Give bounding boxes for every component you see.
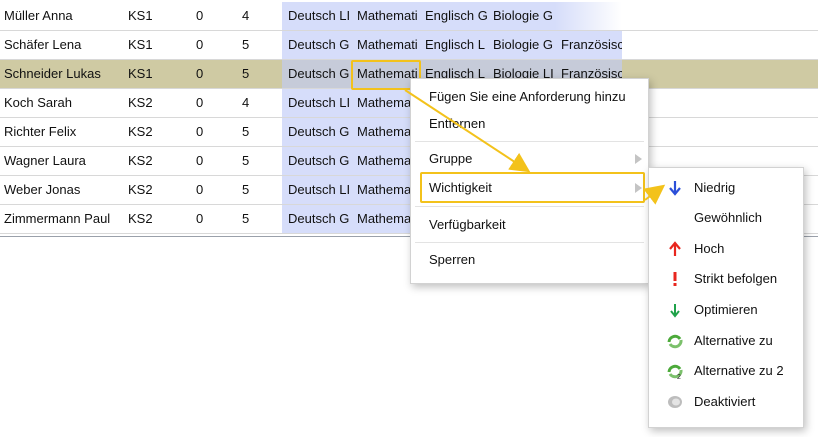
menu-item-label: Entfernen [429, 116, 486, 131]
menu-item-label: Gruppe [429, 151, 473, 166]
menu-item-label: Fügen Sie eine Anforderung hinzu [429, 89, 626, 104]
menu-item-add-requirement[interactable]: Fügen Sie eine Anforderung hinzu [411, 84, 648, 110]
student-name-cell[interactable]: Schäfer Lena [4, 31, 122, 59]
count-cell[interactable]: 0 [196, 31, 216, 59]
subject-cell[interactable]: Englisch L [419, 31, 488, 59]
alternative-icon [667, 334, 683, 349]
importance-disabled[interactable]: Deaktiviert [649, 387, 803, 417]
subject-cell[interactable]: Französisc [555, 31, 622, 59]
subject-cell[interactable]: Mathemati [351, 2, 420, 30]
menu-item-label: Verfügbarkeit [429, 217, 506, 232]
importance-strict-label: Strikt befolgen [694, 271, 778, 286]
arrow-up-red-icon [669, 241, 681, 256]
importance-alternative-2[interactable]: 2 Alternative zu 2 [649, 356, 803, 386]
menu-item-remove[interactable]: Entfernen [411, 111, 648, 137]
student-name-cell[interactable]: Wagner Laura [4, 147, 122, 175]
count-cell[interactable]: 4 [242, 2, 262, 30]
importance-submenu: Niedrig Gewöhnlich Hoch Strikt befolgen … [648, 167, 804, 428]
count-cell[interactable]: 0 [196, 2, 216, 30]
subject-cell[interactable]: Deutsch G [282, 31, 352, 59]
svg-text:2: 2 [677, 374, 681, 379]
count-cell[interactable]: 4 [242, 89, 262, 117]
menu-item-availability[interactable]: Verfügbarkeit [411, 212, 648, 238]
submenu-arrow-icon [635, 154, 642, 164]
count-cell[interactable]: 0 [196, 89, 216, 117]
student-name-cell[interactable]: Weber Jonas [4, 176, 122, 204]
importance-normal-label: Gewöhnlich [694, 210, 762, 225]
arrow-down-green-icon [670, 304, 680, 318]
count-cell[interactable]: 0 [196, 60, 216, 88]
class-cell[interactable]: KS2 [128, 147, 168, 175]
count-cell[interactable]: 5 [242, 147, 262, 175]
student-name-cell[interactable]: Müller Anna [4, 2, 122, 30]
count-cell[interactable]: 5 [242, 205, 262, 233]
subject-cell[interactable]: Deutsch G [282, 205, 352, 233]
menu-separator [415, 242, 644, 243]
exclamation-red-icon [673, 272, 677, 286]
student-name-cell[interactable]: Richter Felix [4, 118, 122, 146]
student-name-cell[interactable]: Koch Sarah [4, 89, 122, 117]
count-cell[interactable]: 5 [242, 118, 262, 146]
count-cell[interactable]: 0 [196, 147, 216, 175]
subject-cell[interactable]: Deutsch G [282, 60, 352, 88]
subject-cell[interactable]: Deutsch G [282, 147, 352, 175]
subject-cell[interactable]: Mathemati [351, 31, 420, 59]
student-name-cell[interactable]: Zimmermann Paul [4, 205, 122, 233]
importance-alternative-2-label: Alternative zu 2 [694, 363, 784, 378]
class-cell[interactable]: KS2 [128, 89, 168, 117]
subject-cell[interactable] [555, 2, 622, 30]
subject-cell[interactable]: Deutsch G [282, 118, 352, 146]
class-cell[interactable]: KS1 [128, 31, 168, 59]
menu-separator [415, 206, 644, 207]
count-cell[interactable]: 0 [196, 205, 216, 233]
table-row[interactable]: Müller Anna KS1 0 4 Deutsch LI Mathemati Engli… [0, 2, 818, 31]
alternative-2-icon: 2 [667, 364, 683, 379]
importance-disabled-label: Deaktiviert [694, 394, 756, 409]
count-cell[interactable]: 5 [242, 31, 262, 59]
importance-alternative-label: Alternative zu [694, 333, 773, 348]
importance-optimize[interactable]: Optimieren [649, 295, 803, 325]
table-row[interactable]: Richter Felix KS2 0 5 Deutsch G Mathema [0, 118, 818, 147]
table-row[interactable]: Schäfer Lena KS1 0 5 Deutsch G Mathemati Engli… [0, 31, 818, 60]
subject-cell[interactable]: Biologie G [487, 2, 555, 30]
subject-cell[interactable]: Deutsch LI [282, 2, 352, 30]
importance-alternative[interactable]: Alternative zu [649, 326, 803, 356]
importance-low[interactable]: Niedrig [649, 173, 803, 203]
importance-low-label: Niedrig [694, 180, 736, 195]
class-cell[interactable]: KS2 [128, 176, 168, 204]
count-cell[interactable]: 5 [242, 176, 262, 204]
importance-strict[interactable]: Strikt befolgen [649, 264, 803, 294]
subject-cell[interactable]: Biologie G [487, 31, 555, 59]
class-cell[interactable]: KS2 [128, 118, 168, 146]
arrow-down-blue-icon [669, 181, 681, 196]
count-cell[interactable]: 0 [196, 176, 216, 204]
class-cell[interactable]: KS2 [128, 205, 168, 233]
menu-item-label: Sperren [429, 252, 476, 267]
menu-separator [415, 141, 644, 142]
subject-cell[interactable]: Englisch G [419, 2, 488, 30]
disabled-icon [668, 396, 682, 408]
student-name-cell[interactable]: Schneider Lukas [4, 60, 122, 88]
importance-high-label: Hoch [694, 241, 725, 256]
importance-high[interactable]: Hoch [649, 234, 803, 264]
importance-optimize-label: Optimieren [694, 302, 758, 317]
class-cell[interactable]: KS1 [128, 60, 168, 88]
table-row[interactable]: Koch Sarah KS2 0 4 Deutsch LI Mathema [0, 89, 818, 118]
importance-highlight [420, 172, 645, 203]
menu-item-lock[interactable]: Sperren [411, 247, 648, 273]
subject-cell[interactable]: Deutsch LI [282, 89, 352, 117]
importance-normal[interactable]: Gewöhnlich [649, 203, 803, 233]
class-cell[interactable]: KS1 [128, 2, 168, 30]
subject-cell[interactable]: Deutsch LI [282, 176, 352, 204]
menu-item-group[interactable]: Gruppe [411, 146, 648, 172]
count-cell[interactable]: 0 [196, 118, 216, 146]
count-cell[interactable]: 5 [242, 60, 262, 88]
